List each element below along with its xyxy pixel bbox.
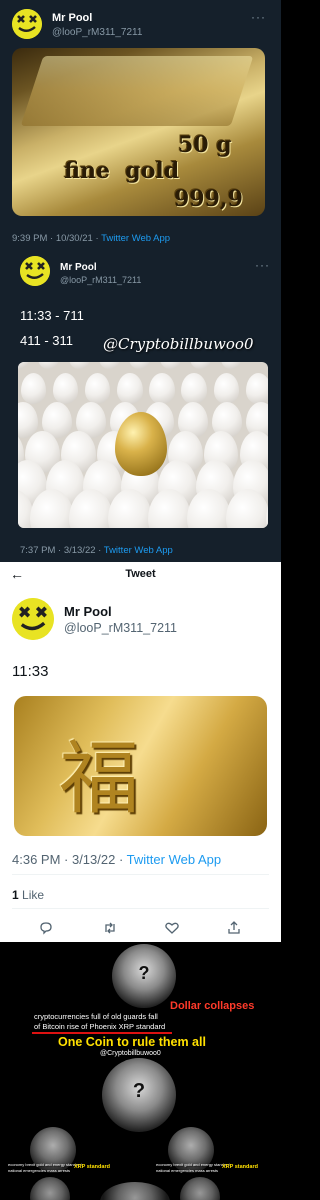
timestamp-text[interactable]: 7:37 PM · 3/13/22 · bbox=[20, 545, 104, 556]
top-bar: ← Tweet bbox=[0, 562, 281, 588]
egg bbox=[18, 362, 29, 370]
gold-text-fine-gold: fine gold bbox=[64, 158, 180, 184]
avatar[interactable] bbox=[20, 256, 50, 286]
egg bbox=[129, 362, 151, 370]
source-app-link[interactable]: Twitter Web App bbox=[104, 545, 173, 556]
tweet-2: Mr Pool @looP_rM311_7211 ··· 11:33 - 711… bbox=[0, 250, 281, 562]
small-caption-1b: economy brexit gold and energy standard bbox=[156, 1162, 230, 1167]
like-icon[interactable] bbox=[164, 920, 180, 936]
egg bbox=[99, 362, 120, 370]
retweet-icon[interactable] bbox=[102, 920, 118, 936]
divider bbox=[12, 908, 269, 909]
caption-line-2: of Bitcoin rise of Phoenix XRP standard bbox=[34, 1022, 166, 1031]
dollar-collapses-text: Dollar collapses bbox=[170, 1000, 255, 1012]
smiley-x-eyes-icon bbox=[20, 256, 50, 286]
tweet-image-gold-fortune-character[interactable]: 福 bbox=[14, 696, 267, 836]
source-app-link[interactable]: Twitter Web App bbox=[101, 233, 170, 244]
anonymous-logo bbox=[100, 1182, 170, 1200]
gold-text-50g: 50 g bbox=[178, 132, 232, 158]
source-app-link[interactable]: Twitter Web App bbox=[127, 852, 221, 867]
small-caption-2b: national emergencies mass arrests bbox=[156, 1168, 219, 1173]
handle[interactable]: @looP_rM311_7211 bbox=[52, 27, 142, 38]
small-caption-1: economy brexit gold and energy standard bbox=[8, 1162, 82, 1167]
anonymous-logo bbox=[30, 1177, 70, 1200]
anonymous-logo bbox=[180, 1177, 220, 1200]
handle[interactable]: @looP_rM311_7211 bbox=[64, 621, 177, 635]
avatar[interactable] bbox=[12, 598, 54, 640]
egg bbox=[181, 373, 207, 404]
avatar[interactable] bbox=[12, 9, 42, 39]
tweet-detail: ← Tweet Mr Pool @looP_rM311_7211 11:33 福… bbox=[0, 562, 281, 942]
one-coin-text: One Coin to rule them all bbox=[58, 1035, 206, 1049]
display-name[interactable]: Mr Pool bbox=[60, 262, 97, 273]
watermark: @Cryptobillbuwoo0 bbox=[100, 1050, 161, 1057]
anon-question-mark: ? bbox=[132, 1080, 146, 1103]
more-options-icon[interactable]: ··· bbox=[251, 10, 266, 24]
xrp-standard-text: XRP standard bbox=[74, 1164, 110, 1170]
egg bbox=[190, 362, 212, 370]
page-title: Tweet bbox=[125, 568, 156, 580]
handle[interactable]: @looP_rM311_7211 bbox=[60, 275, 141, 285]
fortune-character: 福 bbox=[59, 732, 139, 825]
smiley-x-eyes-icon bbox=[12, 598, 54, 640]
small-caption-2: national emergencies mass arrests bbox=[8, 1168, 71, 1173]
red-underline bbox=[32, 1032, 172, 1034]
anonymous-logo: ? bbox=[102, 1058, 176, 1132]
egg bbox=[52, 373, 79, 404]
egg bbox=[159, 362, 181, 370]
egg bbox=[68, 362, 90, 370]
egg bbox=[213, 373, 240, 404]
smiley-x-eyes-icon bbox=[12, 9, 42, 39]
tweet-timestamp: 4:36 PM · 3/13/22 · Twitter Web App bbox=[12, 852, 221, 867]
likes-label: Like bbox=[18, 888, 45, 902]
xrp-standard-text-b: XRP standard bbox=[222, 1164, 258, 1170]
egg bbox=[20, 373, 47, 404]
tweet-text-line-2: 411 - 311 bbox=[20, 333, 74, 348]
reply-icon[interactable] bbox=[38, 920, 54, 936]
divider bbox=[12, 874, 269, 875]
share-icon[interactable] bbox=[226, 920, 242, 936]
egg bbox=[117, 373, 143, 404]
gold-bar-shape bbox=[20, 56, 254, 126]
caption-line-1: cryptocurrencies full of old guards fall bbox=[34, 1012, 158, 1021]
watermark: @Cryptobillbuwoo0 bbox=[103, 335, 254, 353]
egg bbox=[149, 373, 175, 404]
likes-count[interactable]: 1 Like bbox=[12, 888, 44, 902]
gold-text-purity: 999,9 bbox=[174, 186, 243, 212]
tweet-image-golden-egg[interactable] bbox=[18, 362, 268, 528]
tweet-timestamp: 7:37 PM · 3/13/22 · Twitter Web App bbox=[20, 545, 173, 556]
tweet-timestamp: 9:39 PM · 10/30/21 · Twitter Web App bbox=[12, 233, 170, 244]
golden-egg bbox=[115, 412, 167, 476]
display-name[interactable]: Mr Pool bbox=[52, 12, 92, 24]
anon-question-mark: ? bbox=[138, 963, 150, 984]
tweet-text-line-1: 11:33 - 711 bbox=[20, 308, 84, 323]
display-name[interactable]: Mr Pool bbox=[64, 604, 112, 619]
tweet-image-gold-bar[interactable]: 50 g fine gold 999,9 bbox=[12, 48, 265, 216]
anonymous-logo: ? bbox=[112, 944, 176, 1008]
more-options-icon[interactable]: ··· bbox=[255, 258, 270, 272]
egg bbox=[38, 362, 60, 370]
egg bbox=[245, 373, 268, 404]
tweet-1: Mr Pool @looP_rM311_7211 ··· 50 g fine g… bbox=[0, 0, 281, 250]
egg bbox=[85, 373, 111, 404]
tweet-text: 11:33 bbox=[12, 663, 49, 680]
timestamp-text[interactable]: 4:36 PM · 3/13/22 · bbox=[12, 852, 127, 867]
timestamp-text[interactable]: 9:39 PM · 10/30/21 · bbox=[12, 233, 101, 244]
likes-number: 1 bbox=[12, 888, 19, 902]
egg bbox=[220, 362, 242, 370]
video-frame: ? Dollar collapses cryptocurrencies full… bbox=[0, 942, 281, 1200]
